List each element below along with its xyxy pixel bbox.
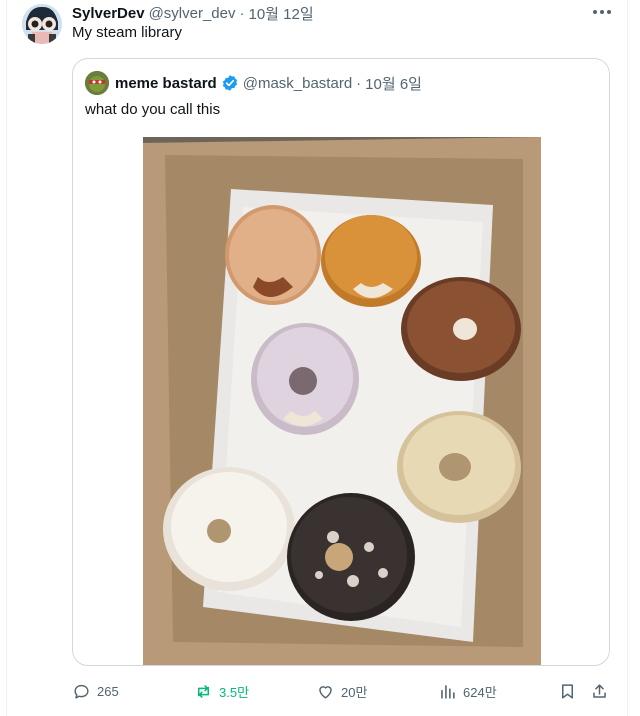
reply-button[interactable]: 265 (72, 680, 119, 702)
bookmark-icon (561, 683, 574, 699)
post-text: My steam library (72, 24, 183, 41)
quoted-author-handle[interactable]: @mask_bastard (243, 75, 352, 92)
like-icon (319, 685, 332, 699)
views-icon (441, 684, 455, 699)
quoted-post-header: meme bastard @mask_bastard · 10월 6일 (115, 73, 422, 93)
quoted-author-avatar[interactable] (85, 71, 109, 95)
author-handle[interactable]: @sylver_dev (149, 5, 236, 22)
post-header: SylverDev @sylver_dev · 10월 12일 (72, 3, 610, 23)
repost-count: 3.5만 (219, 684, 250, 700)
author-avatar[interactable] (22, 4, 62, 44)
repost-icon (197, 684, 210, 698)
quoted-post-photo[interactable] (143, 137, 541, 665)
bookmark-button[interactable] (558, 680, 577, 702)
reply-icon (74, 684, 89, 699)
quoted-post-date[interactable]: 10월 6일 (365, 73, 422, 94)
header-separator: · (239, 4, 245, 22)
verified-badge-icon (222, 75, 237, 91)
more-button[interactable] (590, 2, 614, 22)
repost-button[interactable]: 3.5만 (194, 680, 249, 702)
quoted-header-separator: · (356, 74, 362, 92)
post-date[interactable]: 10월 12일 (249, 3, 314, 24)
share-icon (593, 683, 606, 698)
author-display-name[interactable]: SylverDev (72, 5, 145, 22)
like-button[interactable]: 20만 (316, 680, 367, 702)
views-button[interactable]: 624만 (438, 680, 497, 702)
like-count: 20만 (341, 684, 368, 700)
post-actions: 265 3.5만 20만 624만 (72, 680, 612, 702)
more-icon (593, 10, 611, 14)
quoted-author-display-name[interactable]: meme bastard (115, 75, 217, 92)
quoted-post[interactable]: meme bastard @mask_bastard · 10월 6일 what… (72, 58, 610, 666)
share-button[interactable] (590, 680, 609, 702)
reply-count: 265 (97, 683, 119, 699)
views-count: 624만 (463, 684, 497, 700)
quoted-post-text: what do you call this (85, 101, 221, 118)
